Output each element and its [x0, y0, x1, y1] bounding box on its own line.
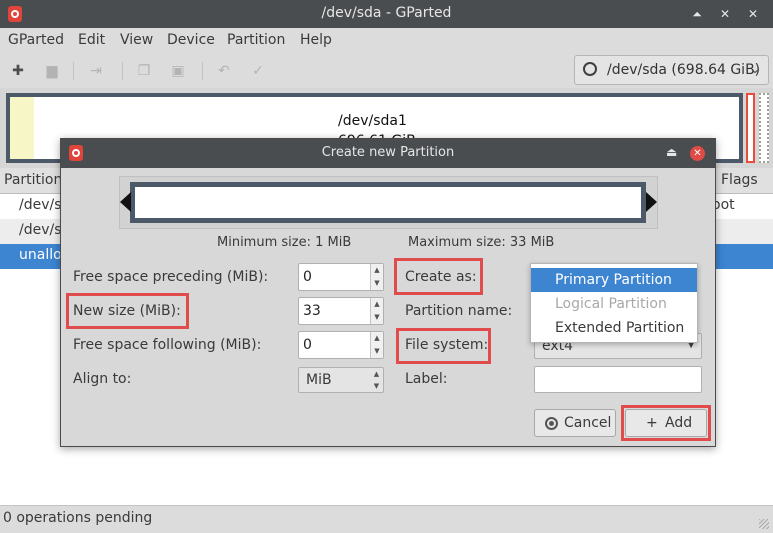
undo-icon[interactable]: ↶ — [216, 63, 232, 79]
spin-down-icon: ▼ — [373, 382, 380, 390]
menu-device[interactable]: Device — [167, 32, 215, 48]
create-as-dropdown: Primary Partition Logical Partition Exte… — [530, 263, 698, 343]
resize-handle-right-icon[interactable] — [646, 192, 657, 212]
window-close-icon[interactable]: ✕ — [716, 5, 734, 23]
copy-icon[interactable]: ❐ — [136, 63, 152, 79]
spin-down-icon[interactable]: ▼ — [371, 277, 383, 290]
dialog-titlebar: Create new Partition ⏏ ✕ — [61, 139, 715, 168]
new-partition-icon[interactable]: ✚ — [10, 63, 26, 79]
option-primary-partition[interactable]: Primary Partition — [531, 268, 697, 292]
minimum-size-text: Minimum size: 1 MiB — [217, 235, 352, 250]
spin-down-icon[interactable]: ▼ — [371, 311, 383, 324]
resize-move-icon[interactable]: ⇥ — [88, 63, 104, 79]
new-size-spinbox[interactable]: 33 ▲ ▼ — [298, 297, 384, 325]
option-extended-partition[interactable]: Extended Partition — [531, 316, 697, 340]
menu-partition[interactable]: Partition — [227, 32, 285, 48]
cancel-icon — [545, 417, 558, 430]
partition-block-unallocated[interactable] — [759, 93, 769, 163]
spin-down-icon[interactable]: ▼ — [371, 345, 383, 358]
status-bar: 0 operations pending — [0, 505, 773, 533]
window-close-alt-icon[interactable]: ✕ — [744, 5, 762, 23]
toolbar-separator — [73, 62, 74, 80]
highlight-file-system — [396, 328, 491, 364]
spin-up-icon[interactable]: ▲ — [371, 332, 383, 345]
resize-handle-left-icon[interactable] — [120, 192, 131, 212]
spin-up-icon: ▲ — [373, 370, 380, 378]
option-logical-partition: Logical Partition — [555, 296, 667, 312]
highlight-create-as — [394, 258, 483, 295]
dialog-title: Create new Partition — [321, 145, 455, 160]
window-titlebar: /dev/sda - GParted ⏶ ✕ ✕ — [0, 0, 773, 28]
partition-block-small[interactable] — [746, 93, 755, 163]
device-selector[interactable]: /dev/sda (698.64 GiB) ⌄ — [574, 55, 769, 85]
highlight-add-button — [621, 405, 711, 441]
delete-icon[interactable]: ▆ — [44, 63, 60, 79]
menu-gparted[interactable]: GParted — [8, 32, 64, 48]
toolbar-separator — [202, 62, 203, 80]
menu-bar: GParted Edit View Device Partition Help — [0, 28, 773, 54]
chevron-down-icon: ⌄ — [749, 62, 760, 76]
partition-name-label: Partition name: — [405, 303, 513, 319]
align-to-select[interactable]: MiB ▲ ▼ — [298, 367, 384, 393]
dialog-close-icon[interactable]: ✕ — [690, 146, 705, 161]
align-to-value: MiB — [306, 372, 332, 388]
highlight-new-size — [66, 293, 189, 329]
free-following-spinbox[interactable]: 0 ▲ ▼ — [298, 331, 384, 359]
device-selector-value: /dev/sda (698.64 GiB) — [607, 62, 761, 78]
label-field-label: Label: — [405, 371, 448, 387]
resize-grip-icon[interactable] — [759, 519, 769, 529]
free-following-value: 0 — [303, 337, 312, 353]
cell-partition: /dev/s — [19, 222, 62, 238]
window-title: /dev/sda - GParted — [321, 5, 452, 21]
status-text: 0 operations pending — [3, 510, 153, 526]
spin-up-icon[interactable]: ▲ — [371, 298, 383, 311]
free-following-label: Free space following (MiB): — [73, 337, 262, 353]
cancel-button[interactable]: Cancel — [534, 409, 616, 437]
menu-edit[interactable]: Edit — [78, 32, 105, 48]
cancel-button-label: Cancel — [564, 415, 612, 431]
align-to-label: Align to: — [73, 371, 132, 387]
cell-partition: unallo — [19, 247, 62, 263]
label-input[interactable] — [534, 366, 702, 393]
used-space-block — [10, 97, 34, 159]
free-preceding-label: Free space preceding (MiB): — [73, 269, 269, 285]
apply-icon[interactable]: ✓ — [250, 63, 266, 79]
free-preceding-spinbox[interactable]: 0 ▲ ▼ — [298, 263, 384, 291]
cell-partition: /dev/s — [19, 197, 62, 213]
column-header-partition[interactable]: Partition — [4, 172, 62, 188]
disk-icon — [583, 62, 597, 76]
partition-block-name: /dev/sda1 — [338, 113, 407, 129]
toolbar-separator — [122, 62, 123, 80]
paste-icon[interactable]: ▣ — [170, 63, 186, 79]
resizer-partition-bar[interactable] — [130, 182, 646, 223]
window-shade-icon[interactable]: ⏶ — [688, 5, 706, 23]
new-size-value: 33 — [303, 303, 321, 319]
menu-view[interactable]: View — [120, 32, 153, 48]
menu-help[interactable]: Help — [300, 32, 332, 48]
free-preceding-value: 0 — [303, 269, 312, 285]
create-partition-dialog: Create new Partition ⏏ ✕ Minimum size: 1… — [60, 138, 716, 447]
maximum-size-text: Maximum size: 33 MiB — [408, 235, 555, 250]
dialog-shade-icon[interactable]: ⏏ — [666, 145, 677, 159]
column-header-flags[interactable]: Flags — [721, 172, 758, 188]
size-resizer — [119, 176, 658, 229]
spin-up-icon[interactable]: ▲ — [371, 264, 383, 277]
